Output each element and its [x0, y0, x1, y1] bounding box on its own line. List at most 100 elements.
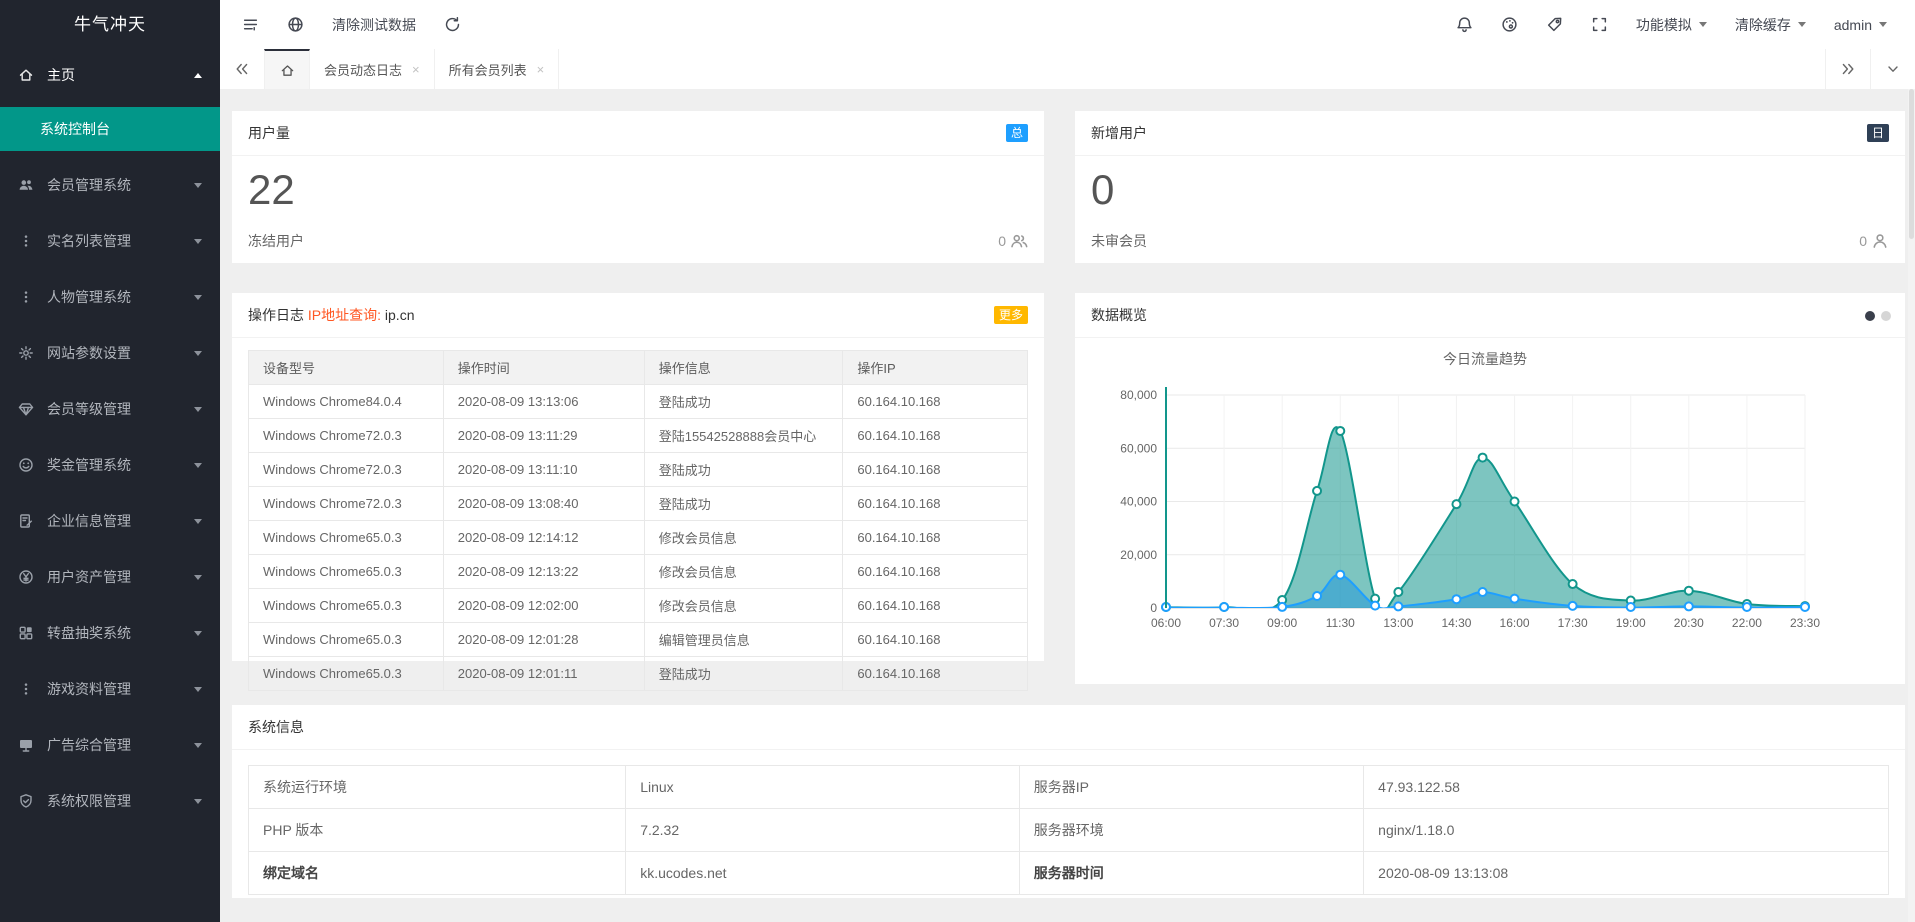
- tabs-menu-button[interactable]: [1870, 49, 1915, 89]
- cell-time: 2020-08-09 13:11:29: [443, 419, 644, 453]
- sidebar-item-persons[interactable]: 人物管理系统: [0, 269, 220, 325]
- svg-text:22:00: 22:00: [1732, 616, 1762, 630]
- svg-text:60,000: 60,000: [1120, 441, 1157, 455]
- scrollbar-thumb[interactable]: [1909, 89, 1914, 239]
- site-home-button[interactable]: [273, 0, 318, 49]
- table-row: Windows Chrome72.0.32020-08-09 13:08:40登…: [249, 487, 1028, 521]
- refresh-button[interactable]: [430, 0, 475, 49]
- card-title: 系统信息: [248, 719, 304, 735]
- app-logo: 牛气冲天: [0, 0, 220, 49]
- top-toolbar: 清除测试数据 功能模拟 清除缓存 admin: [220, 0, 1915, 50]
- table-row: Windows Chrome72.0.32020-08-09 13:11:10登…: [249, 453, 1028, 487]
- sidebar-item-home[interactable]: 主页: [0, 49, 220, 101]
- user-dropdown[interactable]: admin: [1820, 0, 1901, 49]
- chevron-down-icon: [194, 351, 202, 356]
- svg-text:20:30: 20:30: [1674, 616, 1704, 630]
- col-info: 操作信息: [644, 351, 843, 385]
- grid-icon: [18, 625, 34, 641]
- tabs-scroll-left-button[interactable]: [220, 49, 264, 89]
- sidebar-item-company-info[interactable]: 企业信息管理: [0, 493, 220, 549]
- table-row: Windows Chrome65.0.32020-08-09 12:14:12修…: [249, 521, 1028, 555]
- diamond-icon: [18, 401, 34, 417]
- sidebar-item-label: 游戏资料管理: [47, 679, 194, 699]
- svg-text:今日流量趋势: 今日流量趋势: [1443, 351, 1527, 367]
- vertical-scrollbar[interactable]: [1908, 89, 1915, 922]
- gear-icon: [18, 345, 34, 361]
- clear-cache-dropdown[interactable]: 清除缓存: [1721, 0, 1820, 49]
- sidebar-item-lottery[interactable]: 转盘抽奖系统: [0, 605, 220, 661]
- sidebar-item-game-data[interactable]: 游戏资料管理: [0, 661, 220, 717]
- tab-home[interactable]: [264, 49, 310, 89]
- sidebar-item-realname[interactable]: 实名列表管理: [0, 213, 220, 269]
- chevron-down-icon: [194, 407, 202, 412]
- sysinfo-value: Linux: [626, 766, 1020, 809]
- sidebar-item-user-assets[interactable]: 用户资产管理: [0, 549, 220, 605]
- cell-ip: 60.164.10.168: [843, 657, 1028, 691]
- close-icon[interactable]: ×: [412, 63, 420, 76]
- svg-text:14:30: 14:30: [1441, 616, 1471, 630]
- tag-button[interactable]: [1532, 0, 1577, 49]
- table-row: 系统运行环境 Linux 服务器IP 47.93.122.58: [249, 766, 1889, 809]
- function-sim-dropdown[interactable]: 功能模拟: [1622, 0, 1721, 49]
- home-icon: [280, 63, 295, 78]
- unaudited-members-label: 未审会员: [1091, 231, 1147, 251]
- home-icon: [18, 67, 34, 83]
- sidebar-item-ads[interactable]: 广告综合管理: [0, 717, 220, 773]
- cell-time: 2020-08-09 13:11:10: [443, 453, 644, 487]
- sidebar-item-members[interactable]: 会员管理系统: [0, 157, 220, 213]
- sysinfo-label: 系统运行环境: [249, 766, 626, 809]
- menu-fold-button[interactable]: [228, 0, 273, 49]
- cell-ip: 60.164.10.168: [843, 555, 1028, 589]
- carousel-dot[interactable]: [1881, 311, 1891, 321]
- chevron-down-icon: [194, 687, 202, 692]
- carousel-dot-active[interactable]: [1865, 311, 1875, 321]
- table-row: PHP 版本 7.2.32 服务器环境 nginx/1.18.0: [249, 809, 1889, 852]
- cell-info: 登陆成功: [644, 453, 843, 487]
- sidebar-item-permissions[interactable]: 系统权限管理: [0, 773, 220, 829]
- sidebar-item-label: 转盘抽奖系统: [47, 623, 194, 643]
- cell-ip: 60.164.10.168: [843, 487, 1028, 521]
- sidebar-item-member-level[interactable]: 会员等级管理: [0, 381, 220, 437]
- cell-info: 登陆成功: [644, 385, 843, 419]
- sysinfo-value: nginx/1.18.0: [1364, 809, 1889, 852]
- table-row: Windows Chrome84.0.42020-08-09 13:13:06登…: [249, 385, 1028, 419]
- card-user-count: 用户量 总 22 冻结用户 0: [232, 111, 1044, 263]
- cell-ip: 60.164.10.168: [843, 453, 1028, 487]
- clear-test-data-button[interactable]: 清除测试数据: [318, 0, 430, 49]
- cell-time: 2020-08-09 12:01:28: [443, 623, 644, 657]
- svg-text:80,000: 80,000: [1120, 388, 1157, 402]
- system-info-table: 系统运行环境 Linux 服务器IP 47.93.122.58 PHP 版本 7…: [248, 765, 1889, 895]
- card-title: 新增用户: [1091, 125, 1147, 141]
- sidebar-item-bonus[interactable]: 奖金管理系统: [0, 437, 220, 493]
- close-icon[interactable]: ×: [537, 63, 545, 76]
- sidebar-item-label: 奖金管理系统: [47, 455, 194, 475]
- theme-button[interactable]: [1487, 0, 1532, 49]
- svg-text:40,000: 40,000: [1120, 495, 1157, 509]
- sysinfo-label: 绑定域名: [249, 852, 626, 895]
- fullscreen-icon: [1591, 16, 1608, 33]
- chevron-down-icon: [194, 519, 202, 524]
- cell-ip: 60.164.10.168: [843, 385, 1028, 419]
- more-button[interactable]: 更多: [994, 306, 1028, 324]
- tab-member-log[interactable]: 会员动态日志 ×: [310, 49, 435, 89]
- users-icon: [18, 177, 34, 193]
- chevron-down-icon: [194, 239, 202, 244]
- document-edit-icon: [18, 513, 34, 529]
- tabs-scroll-right-button[interactable]: [1825, 49, 1870, 89]
- col-ip: 操作IP: [843, 351, 1028, 385]
- fullscreen-button[interactable]: [1577, 0, 1622, 49]
- cell-device: Windows Chrome72.0.3: [249, 419, 444, 453]
- sysinfo-value: kk.ucodes.net: [626, 852, 1020, 895]
- svg-text:16:00: 16:00: [1500, 616, 1530, 630]
- refresh-icon: [444, 16, 461, 33]
- user-count-value: 22: [232, 156, 1044, 212]
- sidebar-item-label: 企业信息管理: [47, 511, 194, 531]
- svg-text:06:00: 06:00: [1151, 616, 1181, 630]
- tab-member-list[interactable]: 所有会员列表 ×: [435, 49, 560, 89]
- ip-query-label: IP地址查询:: [308, 307, 381, 323]
- sidebar-item-console[interactable]: 系统控制台: [0, 107, 220, 151]
- sidebar-item-site-params[interactable]: 网站参数设置: [0, 325, 220, 381]
- sidebar-item-label: 人物管理系统: [47, 287, 194, 307]
- notifications-button[interactable]: [1442, 0, 1487, 49]
- svg-text:13:00: 13:00: [1383, 616, 1413, 630]
